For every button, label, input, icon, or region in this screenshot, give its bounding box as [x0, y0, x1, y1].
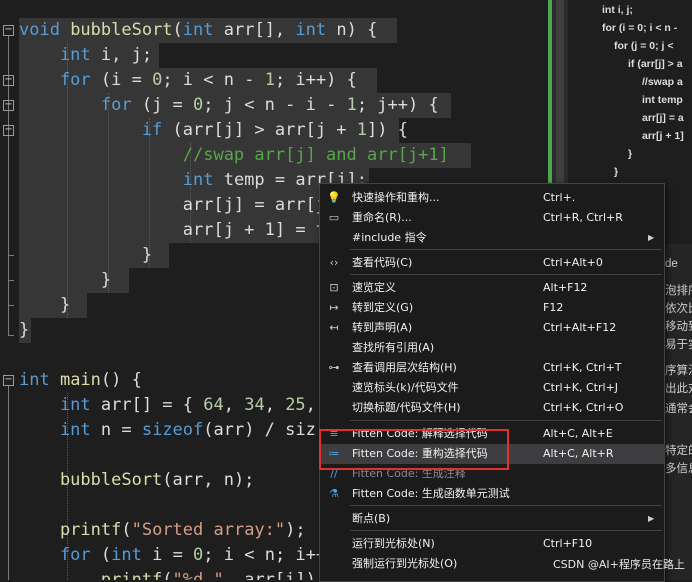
fold-toggle-icon[interactable]: − [3, 25, 14, 36]
fold-end-tick [8, 335, 14, 336]
menu-item-label: 速览定义 [352, 281, 396, 294]
menu-separator [350, 530, 662, 531]
menu-item-find-all-references[interactable]: 查找所有引用(A) [320, 338, 664, 358]
menu-item-label: 重命名(R)... [352, 211, 412, 224]
fold-toggle-icon[interactable]: − [3, 75, 14, 86]
context-menu[interactable]: 💡 快速操作和重构... Ctrl+. ▭ 重命名(R)... Ctrl+R, Ctrl+… [319, 183, 665, 582]
menu-item-rename[interactable]: ▭ 重命名(R)... Ctrl+R, Ctrl+R [320, 208, 664, 228]
menu-item-shortcut: Ctrl+K, Ctrl+J [543, 381, 619, 394]
menu-item-shortcut: Alt+C, Alt+R [543, 447, 614, 460]
menu-separator [350, 249, 662, 250]
menu-item-fitten-unittest[interactable]: ⚗ Fitten Code: 生成函数单元测试 [320, 484, 664, 504]
menu-item-go-to-declaration[interactable]: ↤ 转到声明(A) Ctrl+Alt+F12 [320, 318, 664, 338]
chat-text-fragment: 出此对 [665, 383, 692, 395]
menu-item-label: 转到声明(A) [352, 321, 413, 334]
menu-item-label: 断点(B) [352, 512, 391, 525]
menu-item-include-directive[interactable]: #include 指令 ▶ [320, 228, 664, 248]
menu-item-shortcut: Ctrl+R, Ctrl+R [543, 211, 623, 224]
menu-item-shortcut: Ctrl+. [543, 191, 576, 204]
chat-text-fragment: 多信息 [665, 463, 692, 475]
menu-separator [350, 274, 662, 275]
menu-item-peek-header[interactable]: 速览标头(k)/代码文件 Ctrl+K, Ctrl+J [320, 378, 664, 398]
chat-text-fragment: 泡排序 [665, 285, 692, 297]
fold-end-tick [8, 280, 14, 281]
menu-item-label: 查看代码(C) [352, 256, 413, 269]
menu-item-label: 速览标头(k)/代码文件 [352, 381, 459, 394]
rename-icon: ▭ [328, 211, 340, 224]
preview-code-line: if (arr[j] > a [628, 58, 683, 70]
menu-separator [350, 420, 662, 421]
preview-code-line: int temp [642, 94, 683, 106]
menu-item-label: 查找所有引用(A) [352, 341, 435, 354]
chat-text-fragment: de [665, 258, 678, 270]
menu-item-label: 强制运行到光标处(O) [352, 557, 458, 570]
menu-item-shortcut: Ctrl+Alt+0 [543, 256, 603, 269]
fold-toggle-icon[interactable]: − [3, 100, 14, 111]
menu-item-quick-actions[interactable]: 💡 快速操作和重构... Ctrl+. [320, 188, 664, 208]
code-icon: ‹› [329, 256, 339, 269]
menu-item-shortcut: Ctrl+K, Ctrl+T [543, 361, 622, 374]
menu-item-shortcut: Ctrl+Alt+F12 [543, 321, 617, 334]
menu-item-view-call-hierarchy[interactable]: ⊶ 查看调用层次结构(H) Ctrl+K, Ctrl+T [320, 358, 664, 378]
menu-item-label: 查看调用层次结构(H) [352, 361, 457, 374]
menu-item-toggle-header[interactable]: 切换标题/代码文件(H) Ctrl+K, Ctrl+O [320, 398, 664, 418]
call-hierarchy-icon: ⊶ [328, 361, 340, 374]
preview-code-line: } [614, 166, 619, 178]
fitten-test-icon: ⚗ [329, 487, 339, 500]
watermark: CSDN @AI+程序员在路上 [553, 558, 685, 571]
go-to-declaration-icon: ↤ [329, 321, 339, 334]
preview-code-line: arr[j + 1] [642, 130, 684, 142]
chat-text-fragment: 易于实 [665, 339, 692, 351]
menu-item-shortcut: Alt+C, Alt+E [543, 427, 613, 440]
menu-item-shortcut: Alt+F12 [543, 281, 588, 294]
chat-text-fragment: 通常会 [665, 403, 692, 415]
preview-code-line: } [628, 148, 633, 160]
lightbulb-icon: 💡 [327, 191, 341, 204]
chat-text-fragment: 依次比 [665, 303, 692, 315]
menu-separator [350, 505, 662, 506]
preview-code-line: for (i = 0; i < n - [602, 22, 678, 34]
chat-text-fragment: 序算法 [665, 365, 692, 377]
menu-item-run-to-cursor[interactable]: 运行到光标处(N) Ctrl+F10 [320, 534, 664, 554]
fold-toggle-icon[interactable]: − [3, 125, 14, 136]
fold-end-tick [8, 305, 14, 306]
preview-code-line: //swap a [642, 76, 683, 88]
menu-item-peek-definition[interactable]: ⊡ 速览定义 Alt+F12 [320, 278, 664, 298]
submenu-arrow-icon: ▶ [648, 233, 655, 242]
menu-item-shortcut: F12 [543, 301, 564, 314]
menu-item-shortcut: Ctrl+K, Ctrl+O [543, 401, 624, 414]
annotation-highlight-box [319, 429, 509, 470]
peek-definition-icon: ⊡ [329, 281, 339, 294]
fold-line [8, 386, 9, 580]
menu-item-shortcut: Ctrl+F10 [543, 537, 593, 550]
chat-text-fragment: 移动到 [665, 321, 692, 333]
chat-text-fragment: 特定的 [665, 445, 692, 457]
menu-item-view-code[interactable]: ‹› 查看代码(C) Ctrl+Alt+0 [320, 253, 664, 273]
menu-item-label: 运行到光标处(N) [352, 537, 435, 550]
menu-item-label: 转到定义(G) [352, 301, 414, 314]
fold-toggle-icon[interactable]: − [3, 375, 14, 386]
preview-code-line: arr[j] = a [642, 112, 684, 124]
menu-item-label: #include 指令 [352, 231, 427, 244]
fold-end-tick [8, 255, 14, 256]
menu-item-label: 快速操作和重构... [352, 191, 440, 204]
menu-item-breakpoint[interactable]: 断点(B) ▶ [320, 509, 664, 529]
submenu-arrow-icon: ▶ [648, 514, 655, 523]
menu-item-label: 切换标题/代码文件(H) [352, 401, 461, 414]
menu-item-go-to-definition[interactable]: ↦ 转到定义(G) F12 [320, 298, 664, 318]
preview-code-line: int i, j; [602, 4, 633, 16]
menu-item-label: Fitten Code: 生成函数单元测试 [352, 487, 510, 500]
go-to-definition-icon: ↦ [329, 301, 339, 314]
preview-code-line: for (j = 0; j < [614, 40, 674, 52]
